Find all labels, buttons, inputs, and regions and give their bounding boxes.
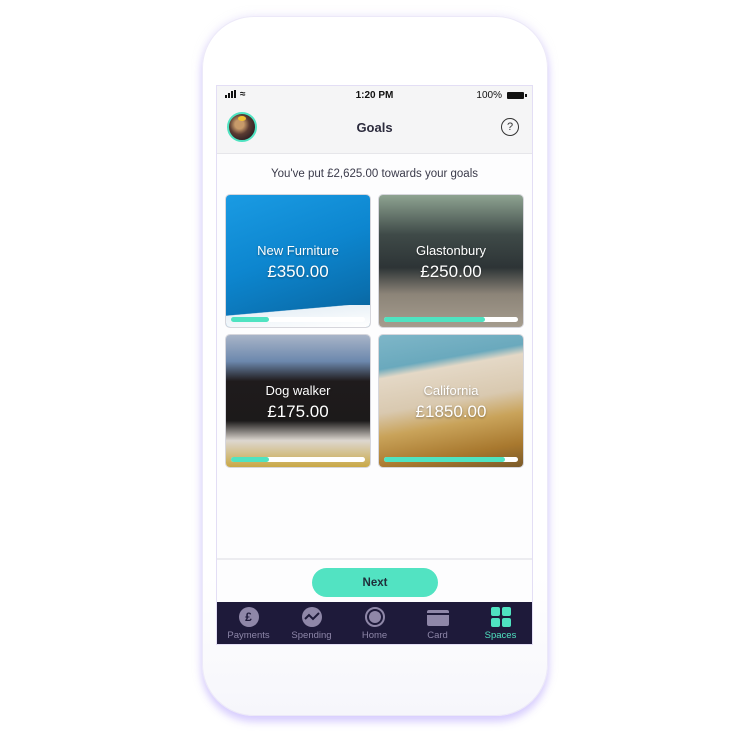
card-icon [426,610,449,626]
goal-name: Glastonbury [415,243,487,258]
app-screen: ≈ 1:20 PM 100% Goals ? You've put £2,625… [216,85,533,645]
tab-spaces[interactable]: Spaces [469,602,532,644]
tab-label: Card [427,630,448,641]
goal-image [379,335,523,467]
tab-bar: £ Payments Spending Home Card Spaces [217,602,532,644]
battery-percent: 100% [476,90,502,101]
goal-name: Dog walker [265,383,331,398]
tab-card[interactable]: Card [406,602,469,644]
header: Goals ? [217,106,532,154]
goal-progress-fill [384,457,505,462]
battery-icon [507,92,527,99]
spending-chart-icon [301,607,322,627]
goal-progress-fill [231,317,269,322]
tab-label: Home [361,630,388,641]
pound-icon: £ [238,607,259,627]
tab-spending[interactable]: Spending [280,602,343,644]
goals-summary: You've put £2,625.00 towards your goals [271,168,478,180]
tab-label: Payments [227,630,270,641]
goal-progress-fill [384,317,485,322]
goal-amount: £250.00 [420,262,482,281]
goal-progress-bar [384,317,518,322]
home-circle-icon [364,607,385,627]
goal-card-new-furniture[interactable]: New Furniture £350.00 [226,195,370,327]
goal-image [379,195,523,327]
goal-progress-bar [231,457,365,462]
goal-name: New Furniture [257,243,339,258]
goal-name: California [423,383,479,398]
goal-amount: £1850.00 [415,402,487,421]
divider [217,558,532,560]
goal-image [226,335,370,467]
goal-amount: £350.00 [267,262,329,281]
goal-progress-bar [384,457,518,462]
goal-card-dog-walker[interactable]: Dog walker £175.00 [226,335,370,467]
tab-home[interactable]: Home [343,602,406,644]
status-bar: ≈ 1:20 PM 100% [217,86,532,106]
goal-card-california[interactable]: California £1850.00 [379,335,523,467]
goal-image [226,195,370,327]
next-button[interactable]: Next [312,568,438,597]
tab-label: Spending [291,630,332,641]
goal-card-glastonbury[interactable]: Glastonbury £250.00 [379,195,523,327]
tab-label: Spaces [484,630,517,641]
page-title: Goals [356,120,393,135]
spaces-grid-icon [490,607,511,627]
help-icon[interactable]: ? [501,118,519,136]
goal-progress-fill [231,457,269,462]
goal-progress-bar [231,317,365,322]
tab-payments[interactable]: £ Payments [217,602,280,644]
goal-amount: £175.00 [267,402,329,421]
